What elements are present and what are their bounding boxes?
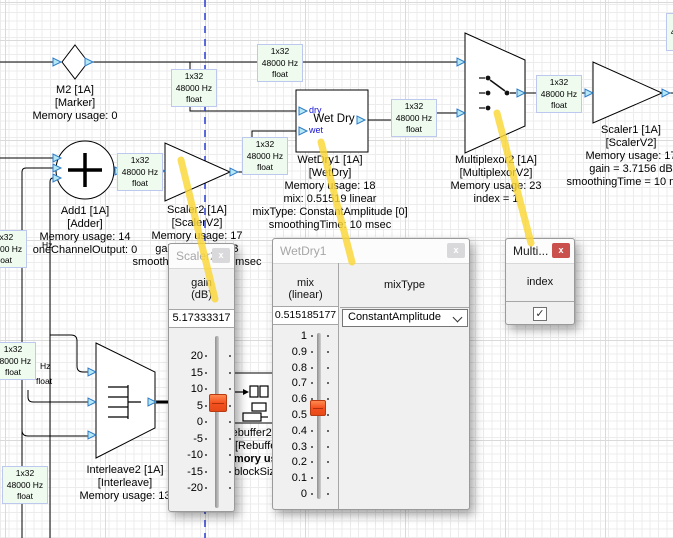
panel-titlebar[interactable]: Scaler2 x	[169, 244, 234, 269]
tick-label: 0.5	[292, 409, 307, 421]
tick-label: 1	[301, 330, 307, 342]
tick-label: -5	[193, 433, 203, 445]
panel-titlebar[interactable]: WetDry1 x	[273, 239, 469, 264]
param-header: mix (linear)	[273, 263, 338, 307]
block-interleave2[interactable]	[96, 343, 155, 458]
tick-label: -15	[187, 466, 203, 478]
caption-multiplexor2: Multiplexor2 [1A] [MultiplexorV2] Memory…	[450, 154, 541, 206]
wire-info-label: 1x3248000 Hzfloat	[666, 13, 673, 51]
tick-label: 0.8	[292, 362, 307, 374]
tick-label: 20	[191, 350, 203, 362]
wire-info-label: 1x3248000 Hzfloat	[391, 99, 437, 137]
panel-title: Scaler2	[176, 249, 217, 263]
mixtype-dropdown[interactable]: ConstantAmplitude	[342, 309, 468, 327]
tick-label: 0.9	[292, 346, 307, 358]
param-header: index	[506, 264, 574, 302]
tick-label: 0	[197, 416, 203, 428]
tick-label: 0.4	[292, 425, 307, 437]
wire-info-label: 1x3248000 Hzfloat	[171, 69, 217, 107]
param-header: gain (dB)	[169, 269, 234, 309]
wire	[22, 430, 88, 436]
slider-track[interactable]	[215, 336, 219, 508]
wire-info-label: 1x3248000 Hzfloat	[117, 153, 163, 191]
tick-label: 0	[301, 488, 307, 500]
caption-add1: Add1 [1A] [Adder] Memory usage: 14 oneCh…	[33, 205, 138, 257]
wire	[28, 390, 88, 402]
close-icon[interactable]: x	[212, 248, 230, 263]
wire-info-label: 1x3248000 Hzfloat	[2, 466, 48, 504]
tick-label: 0.3	[292, 441, 307, 453]
slider-handle[interactable]	[209, 394, 227, 412]
block-scaler2[interactable]	[165, 143, 230, 201]
tick-label: 0.2	[292, 456, 307, 468]
wire-info-label: 1x3248000 Hzfloat	[536, 75, 582, 113]
inspector-panel-scaler2[interactable]: Scaler2 x gain (dB) 5.17333317 20 15 10 …	[168, 243, 235, 512]
mix-slider[interactable]: 1 0.9 0.8 0.7 0.6 0.5 0.4 0.3 0.2 0.1 0	[273, 325, 338, 509]
input-port[interactable]	[457, 109, 465, 117]
tick-label: 0.1	[292, 472, 307, 484]
input-port[interactable]	[88, 398, 96, 406]
designer-canvas[interactable]: 1x3248000 Hzfloat 1x3248000 Hzfloat 1x32…	[0, 0, 673, 538]
tick-label: 0.7	[292, 377, 307, 389]
input-port[interactable]	[88, 368, 96, 376]
inspector-panel-wetdry1[interactable]: WetDry1 x mix (linear) 0.515185177 1 0.9…	[272, 238, 470, 510]
output-port[interactable]	[662, 89, 670, 97]
wire	[50, 335, 88, 372]
index-cell: ✓	[506, 307, 574, 321]
tick-label: 0.6	[292, 393, 307, 405]
wire-info-label: 1x3248000 Hzfloat	[0, 230, 27, 268]
param-header: mixType	[340, 263, 469, 308]
slider-handle[interactable]	[310, 400, 326, 416]
tick-label: 15	[191, 367, 203, 379]
panel-title: Multi...	[513, 244, 548, 258]
inspector-panel-multiplexor2[interactable]: Multi... x index ✓	[505, 238, 575, 325]
label-fragment: float	[36, 376, 52, 386]
block-multiplexor2[interactable]	[465, 33, 525, 153]
slider-track[interactable]	[317, 333, 321, 499]
wire-info-label: 1x3248000 Hzfloat	[257, 44, 303, 82]
close-icon[interactable]: x	[552, 243, 570, 258]
tick-label: -20	[187, 482, 203, 494]
mix-value[interactable]: 0.515185177	[273, 307, 338, 325]
port-label-wet: wet	[309, 125, 323, 135]
panel-title: WetDry1	[280, 244, 326, 258]
gain-slider[interactable]: 20 15 10 5 0 -5 -10 -15 -20	[169, 328, 234, 516]
index-checkbox[interactable]: ✓	[533, 307, 547, 321]
block-scaler1[interactable]	[593, 62, 662, 123]
panel-titlebar[interactable]: Multi... x	[506, 239, 574, 264]
output-port[interactable]	[85, 58, 93, 66]
output-port[interactable]	[230, 168, 238, 176]
label-fragment: Hz	[40, 361, 50, 371]
caption-interleave2: Interleave2 [1A] [Interleave] Memory usa…	[79, 464, 170, 503]
caption-m2: M2 [1A] [Marker] Memory usage: 0	[33, 84, 118, 123]
chevron-down-icon	[453, 313, 463, 323]
caption-scaler1: Scaler1 [1A] [ScalerV2] Memory usage: 17…	[567, 124, 673, 189]
mixtype-selected-value: ConstantAmplitude	[348, 311, 441, 323]
close-icon[interactable]: x	[447, 243, 465, 258]
input-port[interactable]	[88, 431, 96, 439]
input-port[interactable]	[585, 89, 593, 97]
gain-value[interactable]: 5.17333317	[169, 309, 234, 328]
block-m2-marker[interactable]	[62, 45, 88, 79]
input-port[interactable]	[457, 58, 465, 66]
input-port[interactable]	[53, 58, 61, 66]
wire-info-label: 1x3248000 Hzfloat	[0, 342, 36, 380]
tick-label: 5	[197, 400, 203, 412]
caption-wetdry1: WetDry1 [1A] [WetDry] Memory usage: 18 m…	[252, 154, 407, 232]
mixtype-column: mixType ConstantAmplitude	[340, 263, 469, 509]
block-add1-adder[interactable]	[56, 141, 114, 199]
mix-column: mix (linear) 0.515185177 1 0.9 0.8 0.7 0…	[273, 263, 339, 509]
tick-label: 10	[191, 383, 203, 395]
wetdry-block-label: Wet Dry	[313, 113, 354, 125]
tick-label: -10	[187, 449, 203, 461]
